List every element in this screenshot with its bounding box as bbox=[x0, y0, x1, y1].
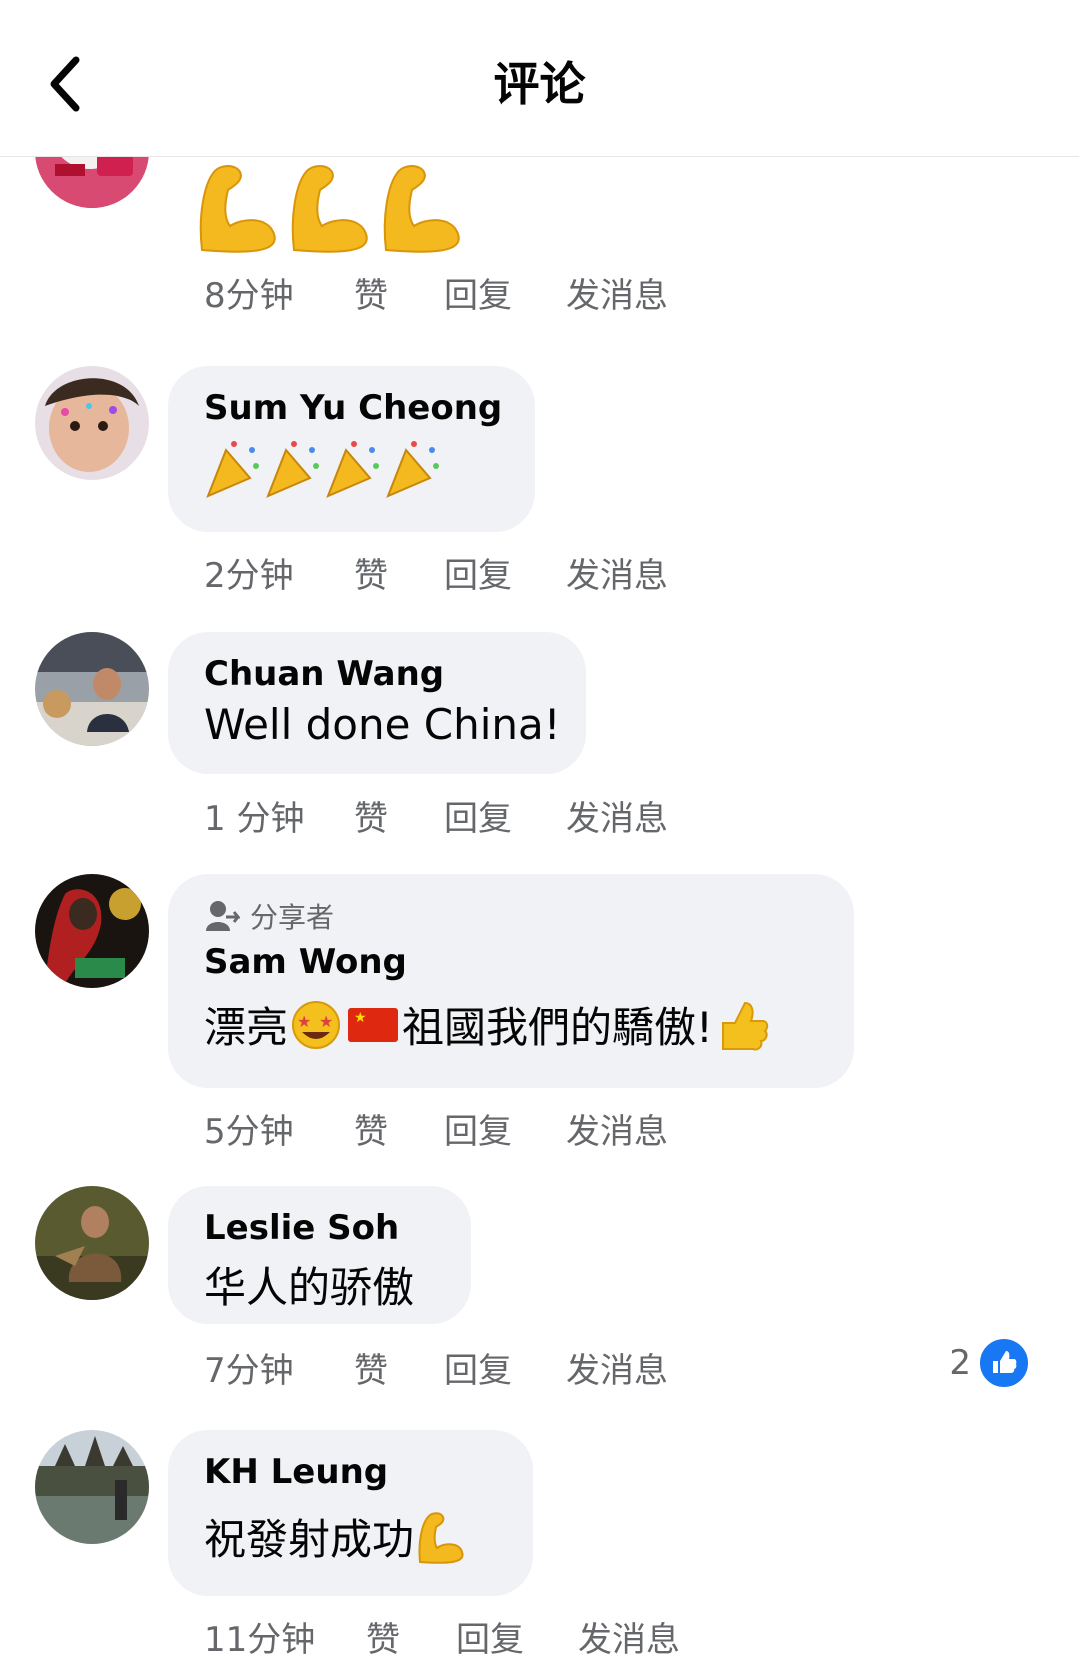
page-title: 评论 bbox=[493, 57, 586, 111]
flexed-biceps-emoji-icon bbox=[199, 165, 460, 253]
reaction-count[interactable]: 2 bbox=[949, 1343, 971, 1383]
comment-text: 祝發射成功 bbox=[204, 1506, 497, 1567]
comment-time: 8分钟 bbox=[204, 276, 294, 316]
comment-text-part: 祖國我們的驕傲! bbox=[402, 1003, 713, 1052]
author-badge: 分享者 bbox=[204, 896, 818, 936]
comment-author[interactable]: KH Leung bbox=[204, 1452, 497, 1492]
china-flag-icon bbox=[348, 1007, 399, 1042]
avatar[interactable] bbox=[35, 1430, 149, 1544]
avatar-image bbox=[35, 632, 149, 746]
comment-text-part: 祝發射成功 bbox=[204, 1515, 415, 1564]
star-struck-emoji-icon: ★ ★ bbox=[292, 1000, 341, 1049]
comment-time: 5分钟 bbox=[204, 1112, 294, 1152]
comment-bubble: Sum Yu Cheong bbox=[168, 366, 535, 532]
avatar[interactable] bbox=[35, 366, 149, 480]
svg-text:★: ★ bbox=[319, 1012, 333, 1031]
comment-text-part: 漂亮 bbox=[204, 1003, 289, 1052]
thumbs-up-icon bbox=[993, 1351, 1017, 1373]
like-button[interactable]: 赞 bbox=[366, 1612, 456, 1661]
message-button[interactable]: 发消息 bbox=[566, 791, 668, 840]
comment-time: 2分钟 bbox=[204, 556, 294, 596]
thumbs-up-emoji-icon bbox=[721, 1001, 769, 1050]
message-button[interactable]: 发消息 bbox=[578, 1612, 680, 1661]
comment-time: 11分钟 bbox=[204, 1620, 316, 1660]
like-button[interactable]: 赞 bbox=[354, 1104, 444, 1153]
reaction-badge[interactable] bbox=[977, 1336, 1031, 1390]
message-button[interactable]: 发消息 bbox=[566, 1104, 668, 1153]
svg-text:★: ★ bbox=[297, 1012, 311, 1031]
like-button[interactable]: 赞 bbox=[354, 268, 444, 317]
reply-button[interactable]: 回复 bbox=[456, 1612, 578, 1661]
avatar[interactable] bbox=[35, 632, 149, 746]
comment-bubble: Chuan Wang Well done China! bbox=[168, 632, 586, 774]
comment-meta: 5分钟 赞回复 发消息 bbox=[204, 1104, 668, 1153]
comment-text bbox=[190, 156, 470, 264]
top-bar: 评论 bbox=[0, 0, 1079, 157]
message-button[interactable]: 发消息 bbox=[566, 548, 668, 597]
avatar[interactable] bbox=[35, 1186, 149, 1300]
comment-author[interactable]: Sam Wong bbox=[204, 942, 818, 982]
avatar[interactable] bbox=[35, 874, 149, 988]
comment-text bbox=[204, 436, 499, 504]
comment-time: 1 分钟 bbox=[204, 799, 305, 839]
sharer-icon bbox=[206, 901, 240, 931]
comment-text: 漂亮 ★ ★ 祖國我們的驕傲! bbox=[204, 994, 818, 1055]
comment-author[interactable]: Chuan Wang bbox=[204, 654, 550, 694]
reply-button[interactable]: 回复 bbox=[444, 791, 566, 840]
message-button[interactable]: 发消息 bbox=[566, 268, 668, 317]
reply-button[interactable]: 回复 bbox=[444, 268, 566, 317]
like-button[interactable]: 赞 bbox=[354, 791, 444, 840]
comment-text: 华人的骄傲 bbox=[204, 1263, 415, 1312]
comment-meta: 11分钟 赞回复 发消息 bbox=[204, 1612, 680, 1661]
avatar-image bbox=[35, 1186, 149, 1300]
comment-bubble: KH Leung 祝發射成功 bbox=[168, 1430, 533, 1596]
comment-bubble: Leslie Soh 华人的骄傲 bbox=[168, 1186, 471, 1324]
comment-bubble: 分享者 Sam Wong 漂亮 ★ ★ 祖國我們的驕傲! bbox=[168, 874, 854, 1088]
message-button[interactable]: 发消息 bbox=[566, 1343, 668, 1392]
like-button[interactable]: 赞 bbox=[354, 1343, 444, 1392]
reply-button[interactable]: 回复 bbox=[444, 548, 566, 597]
like-button[interactable]: 赞 bbox=[354, 548, 444, 597]
avatar-image bbox=[35, 1430, 149, 1544]
flexed-biceps-emoji-icon bbox=[418, 1511, 464, 1564]
reply-button[interactable]: 回复 bbox=[444, 1343, 566, 1392]
avatar-image bbox=[35, 874, 149, 988]
avatar-image bbox=[35, 366, 149, 480]
comment-time: 7分钟 bbox=[204, 1351, 294, 1391]
comment-meta: 8分钟 赞回复 发消息 bbox=[204, 268, 668, 317]
comment-text: Well done China! bbox=[204, 700, 561, 749]
sharer-label: 分享者 bbox=[250, 901, 335, 934]
comment-author[interactable]: Leslie Soh bbox=[204, 1208, 435, 1248]
comment-meta: 2分钟 赞回复 发消息 bbox=[204, 548, 668, 597]
comment-author[interactable]: Sum Yu Cheong bbox=[204, 388, 502, 428]
comment-meta: 7分钟 赞回复 发消息 bbox=[204, 1343, 668, 1392]
reply-button[interactable]: 回复 bbox=[444, 1104, 566, 1153]
party-popper-emoji-icon bbox=[206, 441, 439, 498]
comment-meta: 1 分钟 赞回复 发消息 bbox=[204, 791, 668, 840]
